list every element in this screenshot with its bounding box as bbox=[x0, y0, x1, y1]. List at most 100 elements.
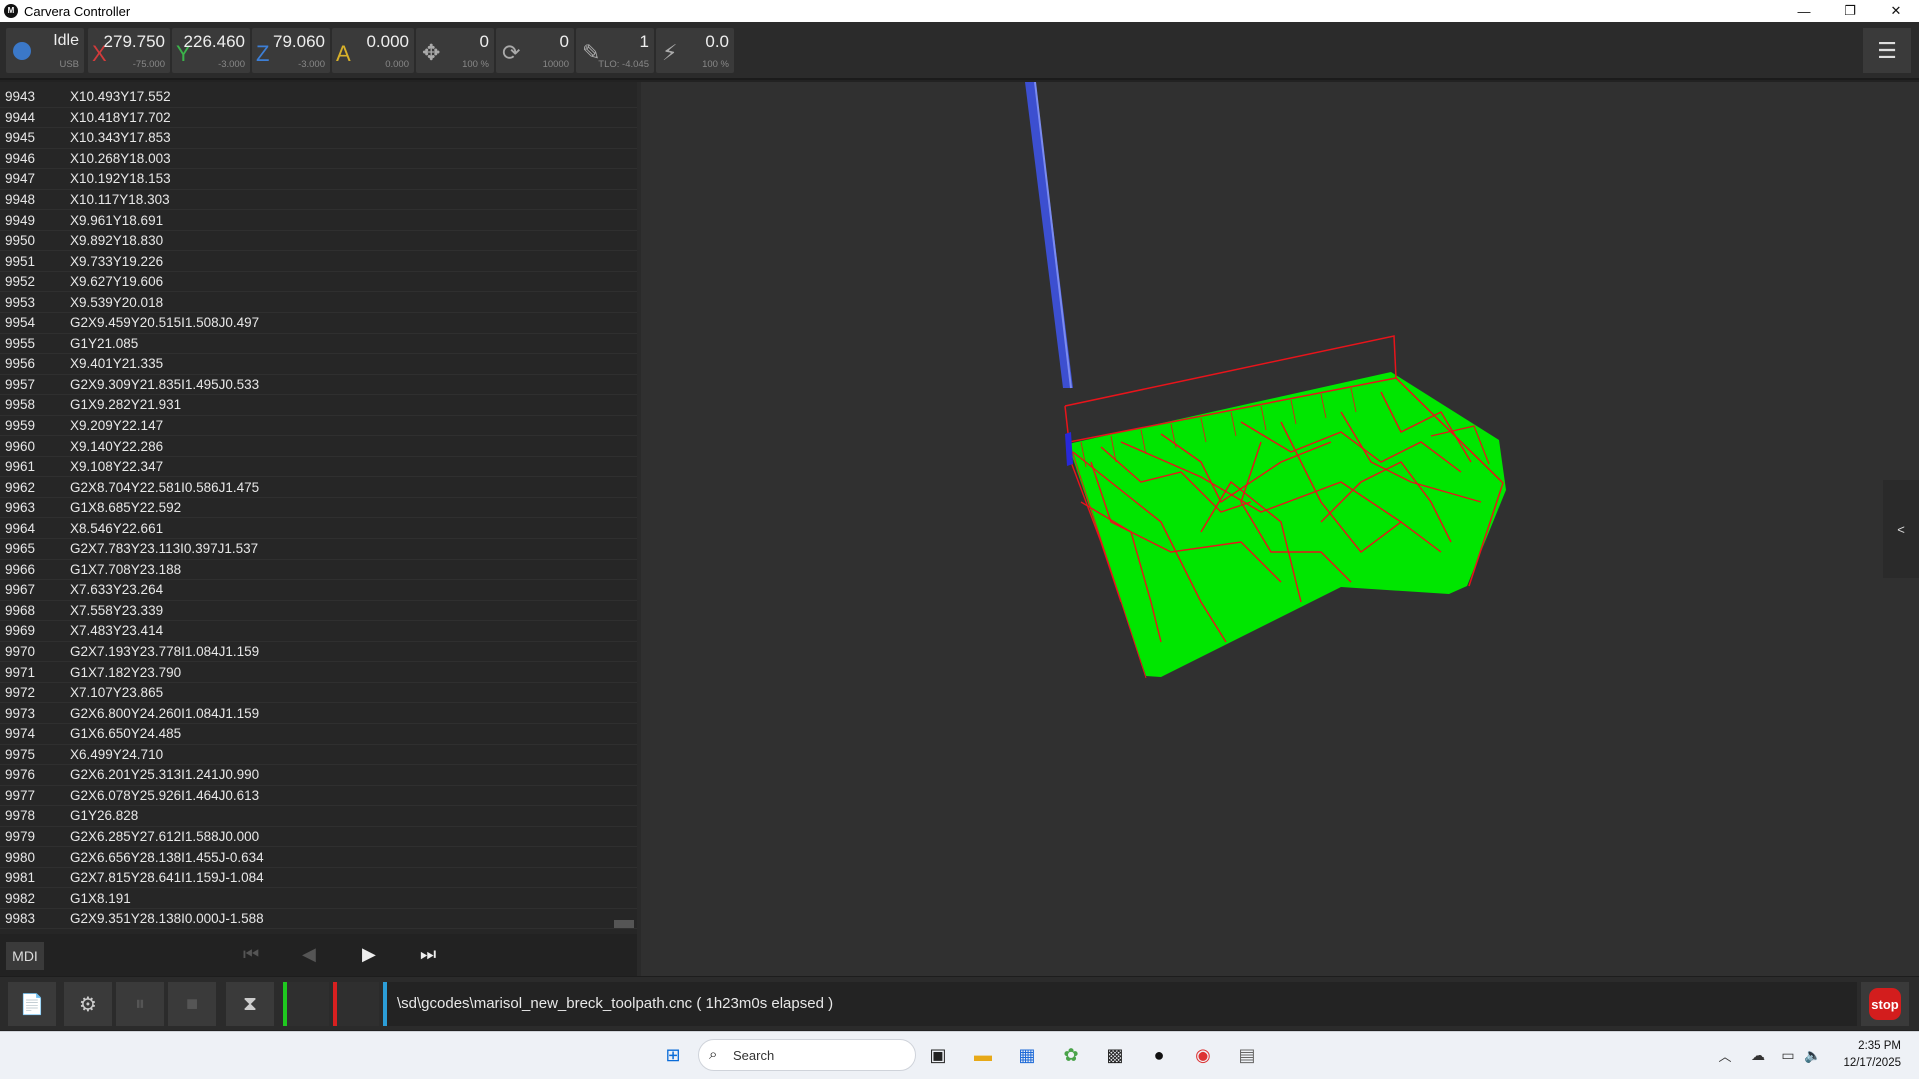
gcode-line[interactable]: 9975 X6.499Y24.710 bbox=[0, 745, 638, 766]
previous-icon[interactable]: ◀ bbox=[302, 944, 316, 965]
gcode-command: G1Y21.085 bbox=[70, 335, 139, 351]
clock[interactable]: 2:35 PM 12/17/2025 bbox=[1843, 1038, 1901, 1072]
game-icon[interactable]: ▩ bbox=[1102, 1042, 1128, 1068]
a-axis-tile[interactable]: A 0.000 0.000 bbox=[332, 28, 414, 73]
x-axis-tile[interactable]: X 279.750 -75.000 bbox=[88, 28, 170, 73]
gcode-line[interactable]: 9962 G2X8.704Y22.581I0.586J1.475 bbox=[0, 477, 638, 498]
gcode-line[interactable]: 9944 X10.418Y17.702 bbox=[0, 108, 638, 129]
network-icon[interactable]: ▭ bbox=[1775, 1042, 1801, 1068]
menu-button[interactable]: ☰ bbox=[1863, 28, 1911, 73]
store-icon[interactable]: ▦ bbox=[1014, 1042, 1040, 1068]
gcode-line[interactable]: 9953 X9.539Y20.018 bbox=[0, 292, 638, 314]
gcode-line[interactable]: 9951 X9.733Y19.226 bbox=[0, 251, 638, 272]
gcode-line[interactable]: 9971 G1X7.182Y23.790 bbox=[0, 662, 638, 683]
gcode-line[interactable]: 9961 X9.108Y22.347 bbox=[0, 457, 638, 478]
play-icon[interactable]: ▶ bbox=[362, 944, 376, 965]
pause-button[interactable]: ⏸ bbox=[116, 982, 164, 1026]
hourglass-icon: ⧗ bbox=[242, 992, 258, 1015]
gcode-line[interactable]: 9969 X7.483Y23.414 bbox=[0, 621, 638, 642]
close-button[interactable]: ✕ bbox=[1873, 0, 1919, 22]
file-button[interactable]: 📄 bbox=[8, 982, 56, 1026]
gcode-scrollbar[interactable] bbox=[614, 920, 634, 928]
gcode-line[interactable]: 9963 G1X8.685Y22.592 bbox=[0, 498, 638, 519]
timer-button[interactable]: ⧗ bbox=[226, 982, 274, 1026]
mdi-button[interactable]: MDI bbox=[6, 942, 44, 970]
gcode-line[interactable]: 9967 X7.633Y23.264 bbox=[0, 580, 638, 601]
laser-tile[interactable]: ⚡ 0.0 100 % bbox=[656, 28, 734, 73]
side-panel-toggle[interactable]: < bbox=[1883, 480, 1919, 578]
gcode-line[interactable]: 9956 X9.401Y21.335 bbox=[0, 354, 638, 375]
z-axis-tile[interactable]: Z 79.060 -3.000 bbox=[252, 28, 330, 73]
app-icon[interactable]: ✿ bbox=[1058, 1042, 1084, 1068]
gcode-line[interactable]: 9945 X10.343Y17.853 bbox=[0, 128, 638, 149]
gcode-line[interactable]: 9965 G2X7.783Y23.113I0.397J1.537 bbox=[0, 539, 638, 560]
gcode-line[interactable]: 9981 G2X7.815Y28.641I1.159J-1.084 bbox=[0, 868, 638, 889]
gcode-line[interactable]: 9970 G2X7.193Y23.778I1.084J1.159 bbox=[0, 642, 638, 663]
gcode-line[interactable]: 9960 X9.140Y22.286 bbox=[0, 436, 638, 457]
toolpath-3d-view[interactable]: < bbox=[641, 81, 1919, 976]
gcode-line[interactable]: 9959 X9.209Y22.147 bbox=[0, 416, 638, 437]
gcode-line[interactable]: 9968 X7.558Y23.339 bbox=[0, 601, 638, 622]
tray-chevron-icon[interactable]: ︿ bbox=[1712, 1042, 1738, 1068]
first-line-icon[interactable]: ⏮ bbox=[243, 944, 259, 965]
a-axis-label: A bbox=[336, 41, 351, 66]
line-number: 9983 bbox=[5, 911, 36, 927]
gcode-line[interactable]: 9977 G2X6.078Y25.926I1.464J0.613 bbox=[0, 786, 638, 807]
y-axis-value: 226.460 bbox=[183, 32, 245, 51]
line-number: 9945 bbox=[5, 130, 36, 146]
spindle-tile[interactable]: ⟳ 0 10000 bbox=[496, 28, 574, 73]
gcode-line[interactable]: 9948 X10.117Y18.303 bbox=[0, 190, 638, 211]
stop-job-button[interactable]: ■ bbox=[168, 982, 216, 1026]
emergency-stop-button[interactable]: stop bbox=[1861, 982, 1909, 1026]
gcode-line[interactable]: 9955 G1Y21.085 bbox=[0, 334, 638, 355]
cloud-icon[interactable]: ☁ bbox=[1745, 1042, 1771, 1068]
line-number: 9972 bbox=[5, 685, 36, 701]
gcode-list[interactable]: 9943 X10.493Y17.552 9944 X10.418Y17.702 9945… bbox=[0, 87, 638, 930]
tool-tile[interactable]: ✎ 1 TLO: -4.045 bbox=[576, 28, 654, 73]
task-view-icon[interactable]: ▣ bbox=[925, 1042, 951, 1068]
settings-button[interactable]: ⚙ bbox=[64, 982, 112, 1026]
y-axis-tile[interactable]: Y 226.460 -3.000 bbox=[172, 28, 250, 73]
carvera-taskbar-icon[interactable]: ● bbox=[1146, 1042, 1172, 1068]
gcode-line[interactable]: 9979 G2X6.285Y27.612I1.588J0.000 bbox=[0, 827, 638, 848]
gcode-line[interactable]: 9947 X10.192Y18.153 bbox=[0, 169, 638, 190]
gcode-panel[interactable]: 9943 X10.493Y17.552 9944 X10.418Y17.702 9945… bbox=[0, 82, 638, 934]
machine-state-tile[interactable]: Idle USB bbox=[6, 28, 84, 73]
gcode-line[interactable]: 9972 X7.107Y23.865 bbox=[0, 683, 638, 704]
line-number: 9965 bbox=[5, 541, 36, 557]
restore-button[interactable]: ❐ bbox=[1827, 0, 1873, 22]
feed-tile[interactable]: ✥ 0 100 % bbox=[416, 28, 494, 73]
last-line-icon[interactable]: ⏭ bbox=[420, 944, 436, 965]
gcode-line[interactable]: 9976 G2X6.201Y25.313I1.241J0.990 bbox=[0, 765, 638, 786]
x-axis-value: 279.750 bbox=[103, 32, 165, 51]
gcode-line[interactable]: 9952 X9.627Y19.606 bbox=[0, 272, 638, 293]
gcode-line[interactable]: 9943 X10.493Y17.552 bbox=[0, 87, 638, 108]
gcode-line[interactable]: 9964 X8.546Y22.661 bbox=[0, 518, 638, 540]
gcode-command: G1X8.685Y22.592 bbox=[70, 500, 182, 516]
gcode-command: X10.192Y18.153 bbox=[70, 171, 171, 187]
gcode-line[interactable]: 9949 X9.961Y18.691 bbox=[0, 210, 638, 231]
gcode-line[interactable]: 9974 G1X6.650Y24.485 bbox=[0, 724, 638, 745]
gcode-line[interactable]: 9983 G2X9.351Y28.138I0.000J-1.588 bbox=[0, 909, 638, 930]
gcode-line[interactable]: 9950 X9.892Y18.830 bbox=[0, 231, 638, 252]
gcode-line[interactable]: 9954 G2X9.459Y20.515I1.508J0.497 bbox=[0, 313, 638, 334]
gcode-line[interactable]: 9957 G2X9.309Y21.835I1.495J0.533 bbox=[0, 375, 638, 396]
line-number: 9944 bbox=[5, 109, 36, 125]
taskbar-search[interactable]: ⌕ Search bbox=[698, 1039, 916, 1071]
app-icon-2[interactable]: ▤ bbox=[1234, 1042, 1260, 1068]
tool-number: 1 bbox=[639, 32, 649, 51]
file-explorer-icon[interactable]: ▬ bbox=[970, 1042, 996, 1068]
gcode-line[interactable]: 9958 G1X9.282Y21.931 bbox=[0, 395, 638, 416]
gcode-line[interactable]: 9980 G2X6.656Y28.138I1.455J-0.634 bbox=[0, 847, 638, 868]
volume-icon[interactable]: 🔈 bbox=[1800, 1042, 1826, 1068]
windows-start-icon[interactable]: ⊞ bbox=[660, 1042, 686, 1068]
minimize-button[interactable]: — bbox=[1781, 0, 1827, 22]
gcode-line[interactable]: 9973 G2X6.800Y24.260I1.084J1.159 bbox=[0, 703, 638, 724]
gcode-line[interactable]: 9946 X10.268Y18.003 bbox=[0, 149, 638, 170]
gcode-command: G2X6.078Y25.926I1.464J0.613 bbox=[70, 787, 260, 803]
gcode-line[interactable]: 9978 G1Y26.828 bbox=[0, 806, 638, 827]
gcode-line[interactable]: 9982 G1X8.191 bbox=[0, 888, 638, 909]
chrome-icon[interactable]: ◉ bbox=[1190, 1042, 1216, 1068]
gcode-command: G2X9.351Y28.138I0.000J-1.588 bbox=[70, 911, 264, 927]
gcode-line[interactable]: 9966 G1X7.708Y23.188 bbox=[0, 560, 638, 581]
